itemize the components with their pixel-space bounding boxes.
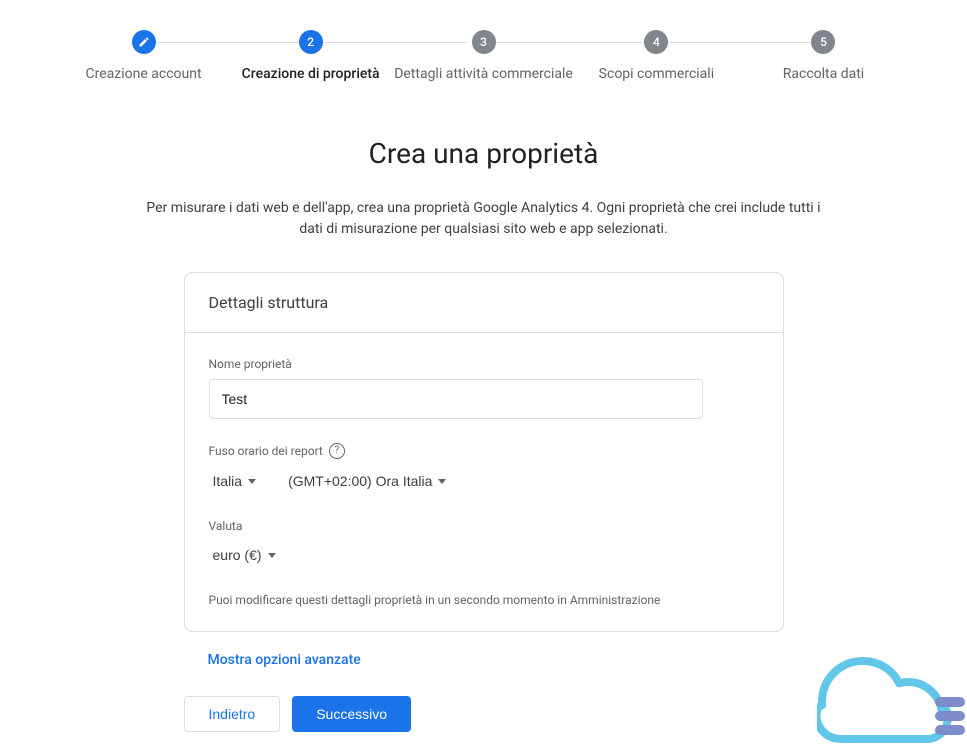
property-name-label: Nome proprietà <box>209 357 759 371</box>
stepper: Creazione account 2 Creazione di proprie… <box>0 0 967 82</box>
timezone-offset-dropdown[interactable]: (GMT+02:00) Ora Italia <box>284 467 450 495</box>
step-circle-active: 2 <box>299 30 323 54</box>
step-label: Raccolta dati <box>783 66 864 82</box>
step-account[interactable]: Creazione account <box>60 30 227 82</box>
chevron-down-icon <box>248 479 256 484</box>
step-label: Scopi commerciali <box>599 66 714 82</box>
step-label: Dettagli attività commerciale <box>394 66 573 82</box>
timezone-label: Fuso orario dei report ? <box>209 443 759 459</box>
step-data-collection: 5 Raccolta dati <box>740 30 907 82</box>
currency-label: Valuta <box>209 519 759 533</box>
property-details-card: Dettagli struttura Nome proprietà Fuso o… <box>184 272 784 632</box>
chevron-down-icon <box>438 479 446 484</box>
step-circle: 4 <box>644 30 668 54</box>
chevron-down-icon <box>268 553 276 558</box>
step-property[interactable]: 2 Creazione di proprietà <box>227 30 394 82</box>
step-label: Creazione account <box>86 66 202 82</box>
next-button[interactable]: Successivo <box>292 696 411 732</box>
step-business-objectives: 4 Scopi commerciali <box>573 30 740 82</box>
step-label: Creazione di proprietà <box>242 66 380 82</box>
currency-dropdown[interactable]: euro (€) <box>209 541 280 569</box>
step-circle: 5 <box>811 30 835 54</box>
card-note: Puoi modificare questi dettagli propriet… <box>209 593 759 607</box>
card-header: Dettagli struttura <box>185 273 783 333</box>
page-title: Crea una proprietà <box>4 137 964 170</box>
step-business-details: 3 Dettagli attività commerciale <box>394 30 573 82</box>
show-advanced-link[interactable]: Mostra opzioni avanzate <box>184 652 784 668</box>
back-button[interactable]: Indietro <box>184 696 281 732</box>
step-circle-completed <box>132 30 156 54</box>
pencil-icon <box>138 36 150 48</box>
timezone-country-dropdown[interactable]: Italia <box>209 467 261 495</box>
help-icon[interactable]: ? <box>329 443 345 459</box>
page-subtitle: Per misurare i dati web e dell'app, crea… <box>74 198 894 240</box>
step-circle: 3 <box>472 30 496 54</box>
property-name-input[interactable] <box>209 379 703 419</box>
